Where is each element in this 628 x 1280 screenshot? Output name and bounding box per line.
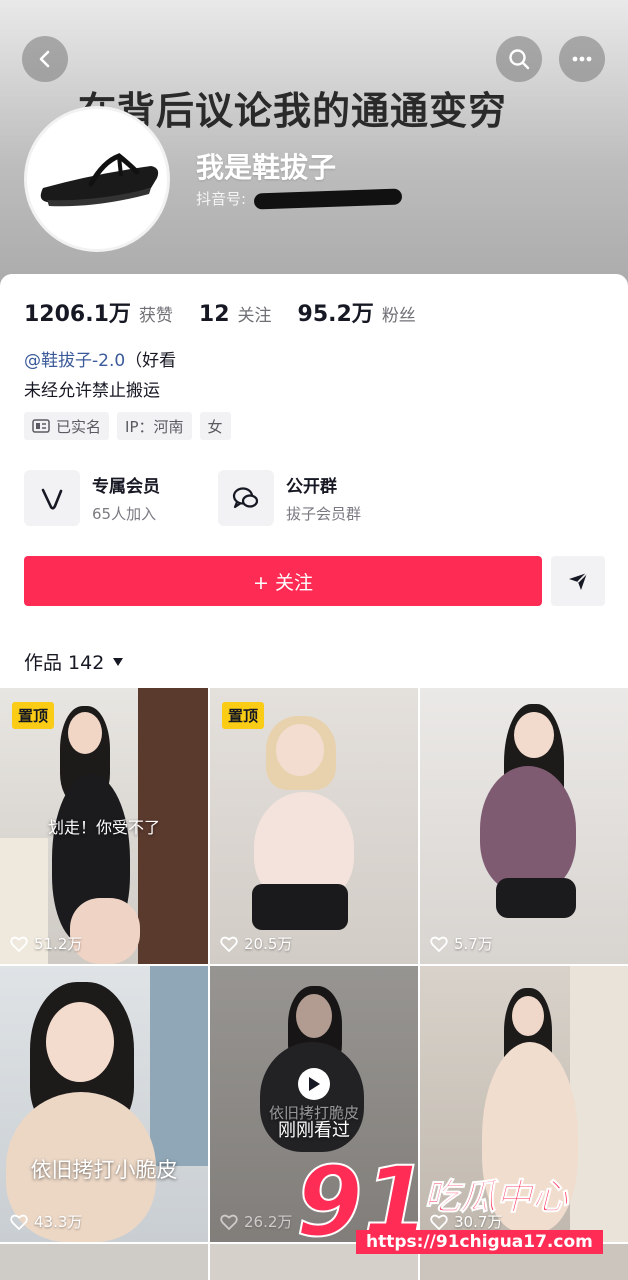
share-button[interactable] (551, 556, 605, 606)
likes-count: 20.5万 (244, 935, 293, 953)
profile-header: 在背后议论我的通通变穷 我是鞋拔子 抖音号: (0, 0, 628, 300)
face-image (514, 712, 554, 758)
ip-tag-label: IP：河南 (125, 417, 184, 436)
face-image (46, 1002, 114, 1082)
pinned-badge: 置顶 (12, 702, 55, 729)
stats-row: 1206.1万 获赞 12 关注 95.2万 粉丝 (24, 296, 442, 328)
caret-down-icon (113, 657, 124, 666)
gender-tag-label: 女 (207, 417, 223, 436)
face-image (512, 996, 544, 1036)
gender-tag: 女 (199, 412, 231, 440)
more-button[interactable] (559, 36, 605, 82)
flip-flop-avatar-image (40, 153, 159, 207)
play-icon (298, 1068, 330, 1100)
outfit-image (480, 766, 576, 892)
heart-icon (220, 1214, 238, 1230)
more-dots-icon (572, 56, 592, 62)
redacted-id-mark (253, 187, 403, 210)
send-icon (569, 572, 588, 590)
video-tile[interactable]: 5.7万 (420, 688, 628, 964)
bio-mention-suffix: （好看 (125, 351, 177, 371)
v-member-icon (24, 470, 80, 526)
verified-tag[interactable]: 已实名 (24, 412, 110, 440)
video-tile[interactable]: 置顶 20.5万 (210, 688, 418, 964)
member-feature[interactable]: 专属会员 65人加入 (24, 470, 160, 526)
chat-group-icon (218, 470, 274, 526)
douyin-id[interactable]: 抖音号: (196, 187, 403, 210)
ip-tag: IP：河南 (117, 412, 192, 440)
video-caption: 依旧拷打小脆皮 (30, 1158, 178, 1182)
video-likes: 26.2万 (220, 1211, 292, 1232)
bio-line-2: 未经允许禁止搬运 (24, 381, 160, 401)
heart-icon (10, 1214, 28, 1230)
group-feature[interactable]: 公开群 拔子会员群 (218, 470, 361, 526)
following-count[interactable]: 12 (199, 302, 230, 327)
member-sub: 65人加入 (92, 505, 157, 523)
recently-watched-label: 刚刚看过 (278, 1120, 350, 1141)
pinned-badge: 置顶 (222, 702, 265, 729)
member-title: 专属会员 (92, 477, 160, 497)
following-label[interactable]: 关注 (238, 301, 272, 326)
chevron-left-icon (39, 50, 50, 68)
face-image (68, 712, 102, 754)
search-button[interactable] (496, 36, 542, 82)
heart-icon (220, 936, 238, 952)
bio-mention-link[interactable]: @鞋拔子-2.0 (24, 351, 125, 371)
face-image (276, 724, 324, 776)
shorts-image (496, 878, 576, 918)
profile-tags: 已实名 IP：河南 女 (24, 412, 231, 440)
group-title: 公开群 (286, 477, 337, 497)
heart-icon (430, 936, 448, 952)
legs-image (70, 898, 140, 964)
profile-card: 1206.1万 获赞 12 关注 95.2万 粉丝 @鞋拔子-2.0（好看 未经… (0, 274, 628, 1280)
watermark-text: 吃瓜中心 (423, 1177, 569, 1219)
likes-count: 51.2万 (34, 935, 83, 953)
likes-count: 1206.1万 (24, 302, 131, 327)
video-caption: 划走！你受不了 (47, 818, 160, 837)
search-icon (509, 49, 530, 70)
verified-tag-label: 已实名 (56, 417, 102, 436)
likes-count: 26.2万 (244, 1213, 293, 1231)
shorts-image (252, 884, 348, 930)
video-tile[interactable]: 置顶 划走！你受不了 51.2万 (0, 688, 208, 964)
bio-line-1: @鞋拔子-2.0（好看 (24, 346, 176, 371)
window-image (150, 966, 208, 1166)
follow-button[interactable]: + 关注 (24, 556, 542, 606)
likes-label: 获赞 (138, 306, 173, 326)
id-card-icon (32, 419, 50, 433)
douyin-id-label: 抖音号: (196, 190, 247, 208)
video-likes: 51.2万 (10, 933, 82, 954)
works-tab[interactable]: 作品 142 (24, 648, 124, 675)
likes-count: 5.7万 (454, 935, 493, 953)
avatar[interactable] (24, 106, 170, 252)
video-likes: 5.7万 (430, 933, 493, 954)
video-tile[interactable]: 依旧拷打小脆皮 43.3万 (0, 966, 208, 1242)
video-tile-partial[interactable] (0, 1244, 208, 1280)
followers-label[interactable]: 粉丝 (382, 301, 416, 326)
site-watermark: 91 吃瓜中心 https://91chigua17.com (295, 1145, 616, 1266)
likes-count: 43.3万 (34, 1213, 83, 1231)
followers-count[interactable]: 95.2万 (298, 296, 374, 328)
works-tab-label: 作品 142 (24, 652, 105, 674)
heart-icon (10, 936, 28, 952)
video-likes: 20.5万 (220, 933, 292, 954)
watermark-url: https://91chigua17.com (356, 1230, 603, 1254)
video-likes: 43.3万 (10, 1211, 82, 1232)
nickname: 我是鞋拔子 (196, 151, 337, 184)
back-button[interactable] (22, 36, 68, 82)
group-sub: 拔子会员群 (286, 505, 362, 523)
